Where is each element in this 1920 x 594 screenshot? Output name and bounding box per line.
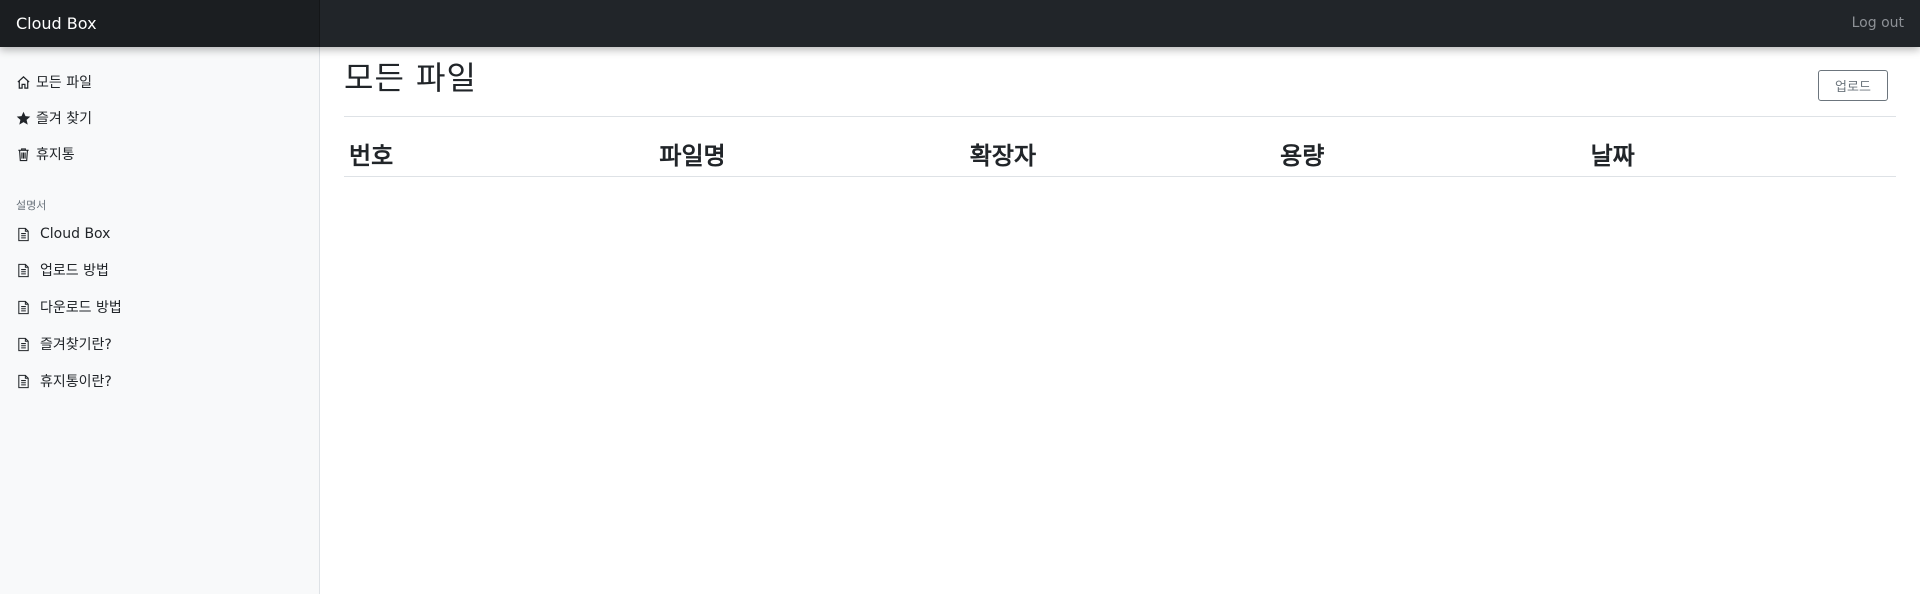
sidebar: 모든 파일 즐겨 찾기 휴지통 설명서 Cloud Box 업로드 방법 다운로… — [0, 47, 320, 594]
column-header-date: 날짜 — [1585, 132, 1896, 177]
brand-link[interactable]: Cloud Box — [0, 0, 320, 47]
file-icon — [18, 227, 29, 241]
doc-item-label: 다운로드 방법 — [40, 300, 122, 316]
file-icon — [18, 300, 29, 314]
doc-item-label: 휴지통이란? — [40, 374, 112, 390]
logout-link[interactable]: Log out — [1852, 0, 1904, 47]
doc-item-favorites-guide[interactable]: 즐겨찾기란? — [16, 332, 112, 356]
sidebar-item-all-files[interactable]: 모든 파일 — [16, 70, 92, 94]
docs-section-heading: 설명서 — [16, 199, 47, 212]
trash-icon — [18, 147, 29, 161]
sidebar-item-label: 휴지통 — [36, 147, 75, 163]
column-header-filename: 파일명 — [654, 132, 965, 177]
doc-item-label: 즐겨찾기란? — [40, 337, 112, 353]
file-icon — [18, 337, 29, 351]
sidebar-item-trash[interactable]: 휴지통 — [16, 142, 75, 166]
file-icon — [18, 374, 29, 388]
star-icon — [16, 111, 31, 125]
table-header-row: 번호 파일명 확장자 용량 날짜 — [344, 132, 1896, 177]
doc-item-download-guide[interactable]: 다운로드 방법 — [16, 295, 122, 319]
upload-button[interactable]: 업로드 — [1818, 70, 1888, 101]
title-divider — [344, 116, 1896, 117]
top-navbar: Cloud Box Log out — [0, 0, 1920, 47]
home-icon — [17, 75, 30, 89]
column-header-size: 용량 — [1275, 132, 1586, 177]
doc-item-cloud-box[interactable]: Cloud Box — [16, 222, 110, 246]
doc-item-label: Cloud Box — [40, 226, 111, 242]
doc-item-upload-guide[interactable]: 업로드 방법 — [16, 258, 109, 282]
column-header-number: 번호 — [344, 132, 655, 177]
sidebar-item-label: 즐겨 찾기 — [36, 111, 92, 127]
sidebar-item-favorites[interactable]: 즐겨 찾기 — [16, 106, 92, 130]
file-icon — [18, 263, 29, 277]
page-title: 모든 파일 — [344, 59, 477, 97]
file-table: 번호 파일명 확장자 용량 날짜 — [344, 132, 1896, 177]
column-header-extension: 확장자 — [964, 132, 1276, 177]
doc-item-trash-guide[interactable]: 휴지통이란? — [16, 369, 112, 393]
sidebar-item-label: 모든 파일 — [36, 75, 92, 91]
doc-item-label: 업로드 방법 — [40, 263, 109, 279]
